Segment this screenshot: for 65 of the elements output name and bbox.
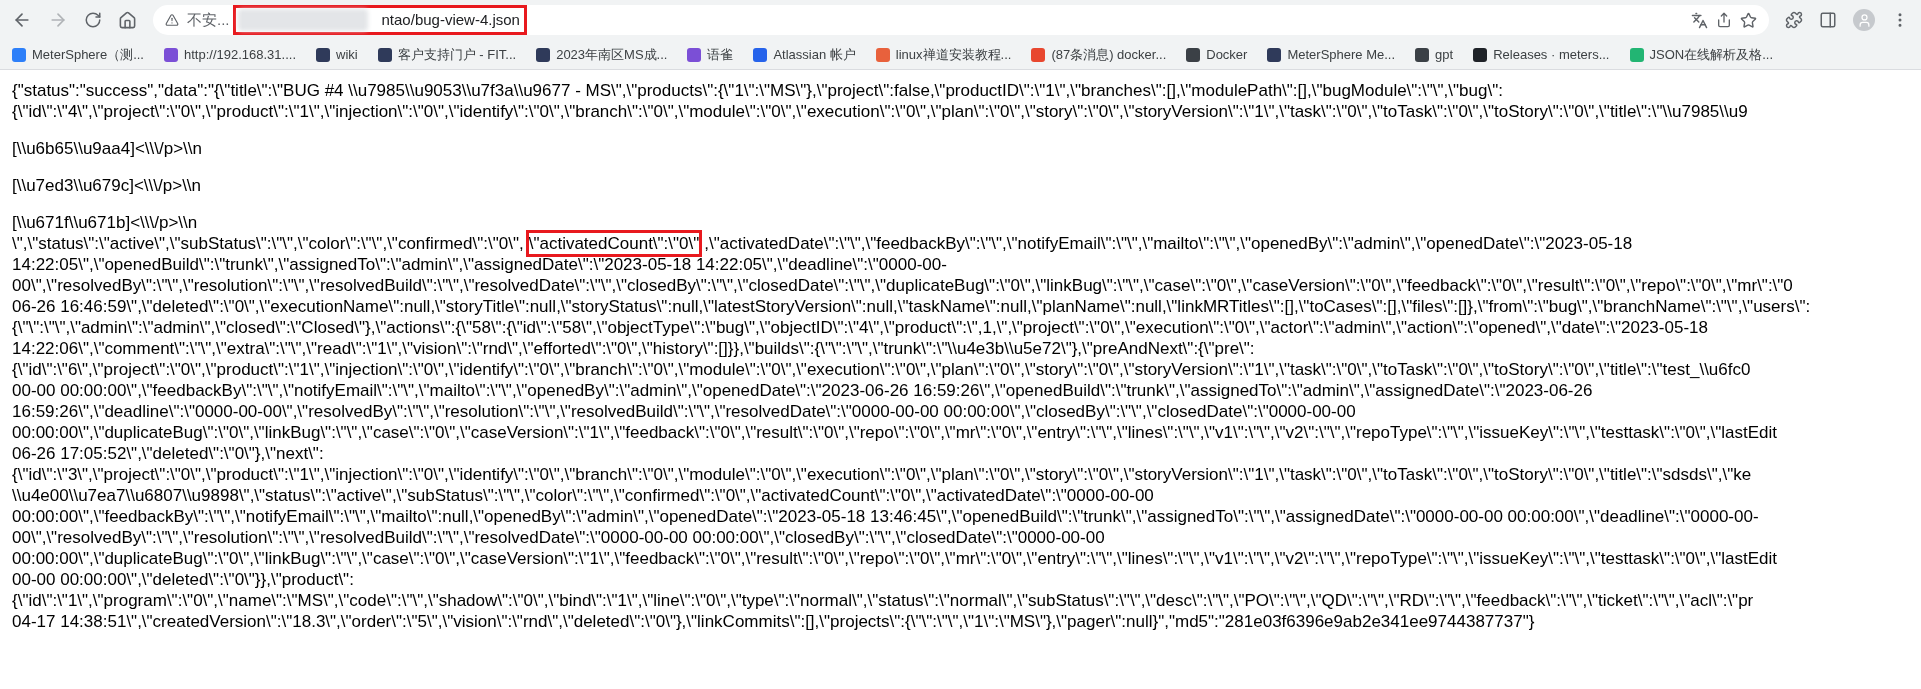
json-text: \\u4e00\\u7ea7\\u6807\\u9898\",\"status\":\"active\",\"subStatus\":\"\",\"color\":\"\",\"confirmed\":\"0\",\"activatedCount\":\"0\",\"activatedDate\":\"0000-00-00 [12, 485, 1154, 506]
bookmark-label: 语雀 [707, 45, 734, 64]
json-text: 00:00:00\",\"duplicateBug\":\"0\",\"linkBug\":\"\",\"case\":\"0\",\"caseVersion\":\"1\",\"feedback\":\"0\",\"result\":\"0\",\"repo\":\"0\",\"mr\":\"0\",\"entry\":\"\",\"lines\":\"\",\"v1\":\"\",\"v2\":\"\",\"repoType\":\"\",\"issueKey\":\"\",\"testtask\":\"0\",\"lastEdit [12, 548, 1778, 569]
bookmark-label: http://192.168.31.... [184, 45, 297, 64]
json-text: 00\",\"resolvedBy\":\"\",\"resolution\":\"\",\"resolvedBuild\":\"\",\"resolvedDate\":\"\",\"closedBy\":\"\",\"closedDate\":\"\",\"duplicateBug\":\"0\",\"linkBug\":\"\",\"case\":\"0\",\"caseVersion\":\"0\",\"feedback\":\"0\",\"result\":\"0\",\"repo\":\"0\",\"mr\":\"0 [12, 275, 1793, 296]
json-text: {\"id\":\"3\",\"project\":\"0\",\"product\":\"1\",\"injection\":\"0\",\"identify\":\"0\",\"branch\":\"0\",\"module\":\"0\",\"execution\":\"0\",\"plan\":\"0\",\"story\":\"0\",\"storyVersion\":\"1\",\"task\":\"0\",\"toTask\":\"0\",\"toStory\":\"0\",\"title\":\"sdsds\",\"ke [12, 464, 1752, 485]
json-text: {\"\":\"\",\"admin\":\"admin\",\"closed\":\"Closed\"},\"actions\":{\"58\":{\"id\":\"58\",\"objectType\":\"bug\",\"objectID\":\"4\",\"product\":\",1,\",\"project\":\"0\",\"execution\":\"0\",\"actor\":\"admin\",\"action\":\"opened\",\"date\":\"2023-05-18 [12, 317, 1708, 338]
json-text: 14:22:05\",\"openedBuild\":\"trunk\",\"assignedTo\":\"admin\",\"assignedDate\":\"2023-05-18 14:22:05\",\"deadline\":\"0000-00- [12, 254, 947, 275]
bookmark-label: 客户支持门户 - FIT... [397, 45, 517, 64]
bookmark-item[interactable]: Docker [1186, 44, 1248, 65]
bookmark-label: linux禅道安装教程... [895, 45, 1012, 64]
json-text: ,\"activatedDate\":\"\",\"feedbackBy\":\"\",\"notifyEmail\":\"\",\"mailto\":\"\",\"openedBy\":\"admin\",\"openedDate\":\"2023-05-18 [704, 233, 1633, 254]
bookmark-star-icon[interactable] [1740, 11, 1757, 29]
json-text: 00-00 00:00:00\",\"deleted\":\"0\"}},\"product\": [12, 569, 354, 590]
bookmark-item[interactable]: Atlassian 帐户 [753, 44, 856, 65]
bookmark-item[interactable]: 2023年南区MS成... [536, 44, 668, 65]
bookmark-item[interactable]: MeterSphere（测... [12, 44, 144, 65]
bookmark-item[interactable]: (87条消息) docker... [1031, 44, 1167, 65]
translate-icon[interactable] [1691, 11, 1708, 29]
json-text: 00\",\"resolvedBy\":\"\",\"resolution\":\"\",\"resolvedBuild\":\"\",\"resolvedDate\":\"0000-00-00 00:00:00\",\"closedBy\":\"\",\"closedDate\":\"0000-00-00 [12, 527, 1105, 548]
json-text: {\"id\":\"6\",\"project\":\"0\",\"product\":\"1\",\"injection\":\"0\",\"identify\":\"0\",\"branch\":\"0\",\"module\":\"0\",\"execution\":\"0\",\"plan\":\"0\",\"story\":\"0\",\"storyVersion\":\"1\",\"task\":\"0\",\"toTask\":\"0\",\"toStory\":\"0\",\"title\":\"test_\\u6fc0 [12, 359, 1751, 380]
bookmark-item[interactable]: linux禅道安装教程... [875, 44, 1012, 65]
warning-icon [165, 13, 179, 27]
bookmark-label: (87条消息) docker... [1051, 45, 1167, 64]
json-text: [\\u7ed3\\u679c]<\\\/p>\\n [12, 175, 202, 196]
json-text: \",\"status\":\"active\",\"subStatus\":\"\",\"color\":\"\",\"confirmed\":\"0\", [12, 233, 524, 254]
bookmark-item[interactable]: Releases · meters... [1473, 44, 1610, 65]
bookmark-label: wiki [336, 45, 358, 64]
json-text: {\"id\":\"1\",\"program\":\"0\",\"name\":\"MS\",\"code\":\"\",\"shadow\":\"0\",\"bind\":\"1\",\"line\":\"0\",\"type\":\"normal\",\"status\":\"normal\",\"subStatus\":\"\",\"desc\":\"\",\"PO\":\"\",\"QD\":\"\",\"RD\":\"\",\"feedback\":\"\",\"ticket\":\"\",\"acl\":\"pr [12, 590, 1754, 611]
bookmark-label: gpt [1435, 45, 1454, 64]
json-text: 00:00:00\",\"feedbackBy\":\"\",\"notifyEmail\":\"\",\"mailto\":null,\"openedBy\":\"admin\",\"openedDate\":\"2023-05-18 13:46:45\",\"openedBuild\":\"trunk\",\"assignedTo\":\"\",\"assignedDate\":\"0000-00-00 00:00:00\",\"deadline\":\"0000-00- [12, 506, 1759, 527]
bookmark-item[interactable]: wiki [316, 44, 358, 65]
bookmark-label: Releases · meters... [1493, 45, 1610, 64]
json-text: [\\u671f\\u671b]<\\\/p>\\n [12, 212, 198, 233]
bookmark-label: Docker [1206, 45, 1248, 64]
share-icon[interactable] [1716, 12, 1732, 28]
json-text: {\"id\":\"4\",\"project\":\"0\",\"product\":\"1\",\"injection\":\"0\",\"identify\":\"0\",\"branch\":\"0\",\"module\":\"0\",\"execution\":\"0\",\"plan\":\"0\",\"story\":\"0\",\"storyVersion\":\"1\",\"task\":\"0\",\"toTask\":\"0\",\"toStory\":\"0\",\"title\":\"\\u7985\\u9 [12, 101, 1748, 122]
json-text: 04-17 14:38:51\",\"createdVersion\":\"18.3\",\"order\":\"5\",\"vision\":\"rnd\",\"deleted\":\"0\"},\"linkCommits\":[],\"projects\":{\"\":\"\",\"1\":\"MS\"},\"pager\":null}","md5":"281e03f6396e9ab2e341ee9744387737"} [12, 611, 1535, 632]
address-bar[interactable]: 不安... ntao/bug-view-4.json [153, 5, 1769, 35]
bookmark-label: 2023年南区MS成... [556, 45, 668, 64]
bookmark-item[interactable]: gpt [1415, 44, 1454, 65]
security-label: 不安... [187, 9, 230, 30]
bookmark-item[interactable]: JSON在线解析及格... [1629, 44, 1773, 65]
bookmark-label: JSON在线解析及格... [1649, 45, 1773, 64]
side-panel-icon[interactable] [1819, 11, 1837, 29]
bookmark-label: Atlassian 帐户 [773, 45, 856, 64]
bookmark-item[interactable]: http://192.168.31.... [164, 44, 297, 65]
json-text: 06-26 16:46:59\",\"deleted\":\"0\",\"executionName\":null,\"storyTitle\":null,\"storyStatus\":null,\"latestStoryVersion\":null,\"taskName\":null,\"planName\":null,\"linkMRTitles\":[],\"toCases\":[],\"files\":[]},\"from\":\"bug\",\"branchName\":\"\",\"users\": [12, 296, 1811, 317]
json-text: 16:59:26\",\"deadline\":\"0000-00-00\",\"resolvedBy\":\"\",\"resolution\":\"\",\"resolvedBuild\":\"\",\"resolvedDate\":\"0000-00-00 00:00:00\",\"closedBy\":\"\",\"closedDate\":\"0000-00-00 [12, 401, 1356, 422]
bookmark-item[interactable]: 客户支持门户 - FIT... [377, 44, 517, 65]
json-text: 00:00:00\",\"duplicateBug\":\"0\",\"linkBug\":\"\",\"case\":\"0\",\"caseVersion\":\"1\",\"feedback\":\"0\",\"result\":\"0\",\"repo\":\"0\",\"mr\":\"0\",\"entry\":\"\",\"lines\":\"\",\"v1\":\"\",\"v2\":\"\",\"repoType\":\"\",\"issueKey\":\"\",\"testtask\":\"0\",\"lastEdit [12, 422, 1778, 443]
bookmark-label: MeterSphere（测... [32, 45, 144, 64]
json-text: 06-26 17:05:52\",\"deleted\":\"0\"},\"next\": [12, 443, 324, 464]
bookmark-label: MeterSphere Me... [1287, 45, 1396, 64]
bookmark-item[interactable]: 语雀 [687, 44, 734, 65]
json-text: [\\u6b65\\u9aa4]<\\\/p>\\n [12, 138, 202, 159]
bookmark-item[interactable]: MeterSphere Me... [1267, 44, 1396, 65]
json-text: 14:22:06\",\"comment\":\"\",\"extra\":\"\",\"read\":\"1\",\"vision\":\"rnd\",\"efforted\":\"0\",\"history\":[]}},\"builds\":{\"\":\"\",\"trunk\":\"\\u4e3b\\u5e72\"},\"preAndNext\":{\"pre\": [12, 338, 1255, 359]
highlighted-json-text: \"activatedCount\":\"0\" [528, 233, 700, 254]
reload-icon[interactable] [84, 11, 102, 29]
url-text: ntao/bug-view-4.json [235, 7, 524, 33]
json-text: 00-00 00:00:00\",\"feedbackBy\":\"\",\"notifyEmail\":\"\",\"mailto\":\"\",\"openedBy\":\"admin\",\"openedDate\":\"2023-06-26 16:59:26\",\"openedBuild\":\"trunk\",\"assignedTo\":\"admin\",\"assignedDate\":\"2023-06-26 [12, 380, 1593, 401]
extensions-icon[interactable] [1785, 11, 1803, 29]
home-icon[interactable] [118, 10, 137, 30]
json-text: {"status":"success","data":"{\"title\":\"BUG #4 \\u7985\\u9053\\u7f3a\\u9677 - MS\",\"products\":{\"1\":\"MS\"},\"project\":false,\"productID\":\"1\",\"branches\":[],\"modulePath\":[],\"bugModule\":\"\",\"bug\": [12, 80, 1503, 101]
